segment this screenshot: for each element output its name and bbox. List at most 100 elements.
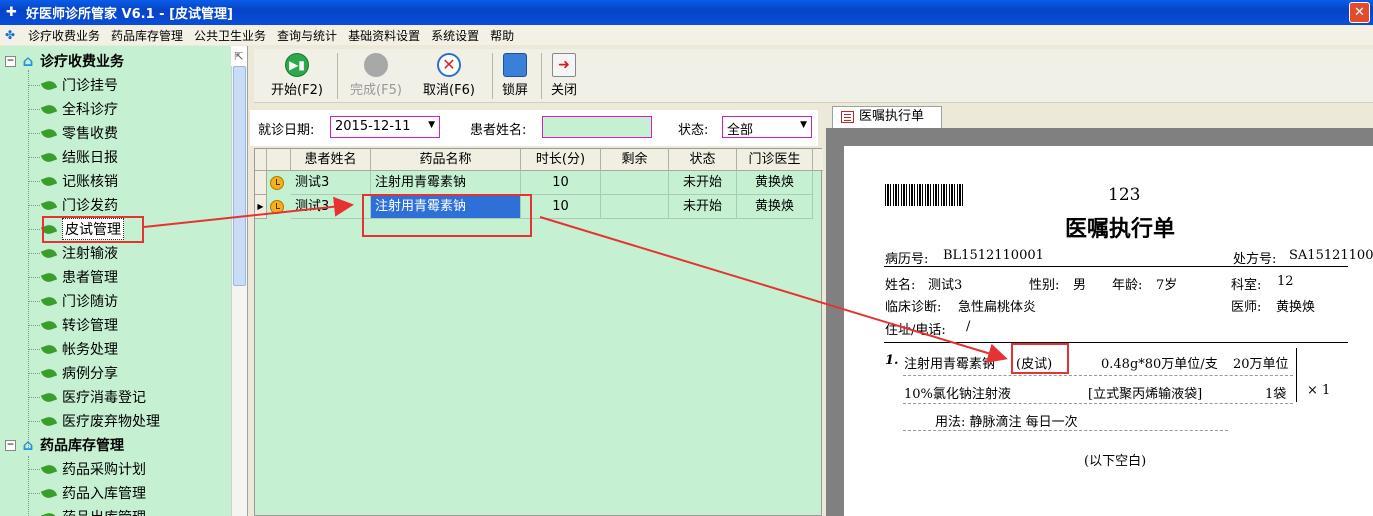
dashed-divider (903, 375, 1293, 376)
sidebar-item-followup[interactable]: 门诊随访 (28, 289, 118, 313)
leaf-icon (40, 102, 58, 116)
cell-patient-name[interactable]: 测试3 (291, 171, 371, 195)
sidebar-item-purchase-plan[interactable]: 药品采购计划 (28, 457, 146, 481)
finish-button[interactable]: 完成(F5) (344, 51, 408, 101)
sidebar-item-disinfection[interactable]: 医疗消毒登记 (28, 385, 146, 409)
sidebar-item-waste[interactable]: 医疗废弃物处理 (28, 409, 160, 433)
group-bracket (1296, 348, 1297, 402)
header-icon-col (267, 149, 291, 171)
leaf-icon (40, 174, 58, 188)
menu-item-public-health[interactable]: 公共卫生业务 (189, 27, 272, 44)
row-indicator[interactable]: ▶ (255, 195, 267, 219)
patient-name: 测试3 (928, 278, 963, 293)
monitor-icon (503, 53, 527, 77)
sidebar-item-patients[interactable]: 患者管理 (28, 265, 118, 289)
menu-item-basic-data[interactable]: 基础资料设置 (343, 27, 426, 44)
leaf-icon (40, 318, 58, 332)
cancel-button[interactable]: ✕ 取消(F6) (416, 51, 482, 101)
header-doctor[interactable]: 门诊医生 (737, 149, 813, 171)
home-icon: ⌂ (22, 436, 34, 454)
close-button[interactable]: ➜ 关闭 (546, 51, 582, 101)
pin-icon[interactable]: ⇱ (232, 50, 246, 64)
menu-item-help[interactable]: 帮助 (485, 27, 520, 44)
sidebar-item-stock-in[interactable]: 药品入库管理 (28, 481, 146, 505)
report-tabbar: 医嘱执行单 (826, 104, 1373, 128)
sidebar-item-case-share[interactable]: 病例分享 (28, 361, 118, 385)
lock-screen-button[interactable]: 锁屏 (497, 51, 533, 101)
status-select[interactable]: 全部 ▼ (722, 116, 812, 138)
play-icon: ▶▮ (285, 53, 309, 77)
usage: 用法: 静脉滴注 每日一次 (935, 415, 1078, 430)
cell-status[interactable]: 未开始 (669, 171, 737, 195)
leaf-icon (40, 126, 58, 140)
sidebar-item-write-off[interactable]: 记账核销 (28, 169, 118, 193)
cell-drug-name[interactable]: 注射用青霉素钠 (371, 171, 521, 195)
table-row[interactable]: ▶ 测试3 注射用青霉素钠 10 未开始 黄换焕 (255, 195, 823, 219)
divider (884, 342, 1348, 343)
grid-header: 患者姓名 药品名称 时长(分) 剩余 状态 门诊医生 (255, 149, 823, 171)
sidebar-item-stock-out[interactable]: 药品出库管理 (28, 505, 146, 516)
cancel-icon: ✕ (437, 53, 461, 77)
patient-name-input[interactable] (542, 116, 652, 138)
sidebar-item-dispense[interactable]: 门诊发药 (28, 193, 118, 217)
header-indicator (255, 149, 267, 171)
barcode (885, 184, 965, 206)
cell-remaining[interactable] (601, 171, 669, 195)
dropdown-arrow-icon: ▼ (800, 120, 807, 130)
sidebar-item-referral[interactable]: 转诊管理 (28, 313, 118, 337)
menu-item-clinic[interactable]: 诊疗收费业务 (23, 27, 106, 44)
cell-doctor[interactable]: 黄换焕 (737, 195, 813, 219)
report-number: 123 (1108, 185, 1141, 205)
menu-item-settings[interactable]: 系统设置 (426, 27, 485, 44)
header-patient-name[interactable]: 患者姓名 (291, 149, 371, 171)
annotation-box-sidebar (42, 216, 144, 243)
diagnosis-label: 临床诊断: (885, 300, 942, 315)
drug2-name: 10%氯化钠注射液 (904, 387, 1011, 402)
finish-icon (364, 53, 388, 77)
address-label: 住址/电话: (885, 323, 946, 338)
date-picker[interactable]: 2015-12-11 ▼ (330, 116, 440, 138)
filter-bar: 就诊日期: 2015-12-11 ▼ 患者姓名: 状态: 全部 ▼ (250, 110, 818, 146)
cell-status[interactable]: 未开始 (669, 195, 737, 219)
record-no: BL1512110001 (943, 248, 1044, 263)
cell-duration[interactable]: 10 (521, 195, 601, 219)
sidebar-scrollbar[interactable] (231, 66, 247, 516)
row-indicator[interactable] (255, 171, 267, 195)
drug1-name: 注射用青霉素钠 (904, 357, 996, 372)
tab-order-sheet[interactable]: 医嘱执行单 (832, 106, 942, 128)
close-window-button[interactable]: ✕ (1349, 2, 1370, 23)
table-row[interactable]: 测试3 注射用青霉素钠 10 未开始 黄换焕 (255, 171, 823, 195)
header-drug-name[interactable]: 药品名称 (371, 149, 521, 171)
group-drug-stock[interactable]: − ⌂ 药品库存管理 (0, 433, 124, 457)
menu-item-drug-stock[interactable]: 药品库存管理 (106, 27, 189, 44)
header-duration[interactable]: 时长(分) (521, 149, 601, 171)
sidebar-item-general-diagnosis[interactable]: 全科诊疗 (28, 97, 118, 121)
header-status[interactable]: 状态 (669, 149, 737, 171)
annotation-box-drug (362, 194, 532, 237)
drug2-qty: 1袋 (1265, 387, 1287, 402)
leaf-icon (40, 78, 58, 92)
sidebar-item-registration[interactable]: 门诊挂号 (28, 73, 118, 97)
cell-doctor[interactable]: 黄换焕 (737, 171, 813, 195)
leaf-icon (40, 462, 58, 476)
collapse-icon[interactable]: − (5, 55, 16, 67)
sidebar-item-injection[interactable]: 注射输液 (28, 241, 118, 265)
sidebar-item-accounts[interactable]: 帐务处理 (28, 337, 118, 361)
window-title: 好医师诊所管家 V6.1 - [皮试管理] (26, 7, 233, 22)
sidebar-item-daily-report[interactable]: 结账日报 (28, 145, 118, 169)
cell-duration[interactable]: 10 (521, 171, 601, 195)
cell-patient-name[interactable]: 测试3 (291, 195, 371, 219)
scrollbar-thumb[interactable] (233, 66, 246, 286)
drug1-dose: 20万单位 (1233, 357, 1289, 372)
header-remaining[interactable]: 剩余 (601, 149, 669, 171)
report-title: 医嘱执行单 (1065, 216, 1176, 242)
collapse-icon[interactable]: − (5, 439, 16, 451)
sidebar-item-retail[interactable]: 零售收费 (28, 121, 118, 145)
age: 7岁 (1156, 278, 1178, 293)
menu-item-query[interactable]: 查询与统计 (272, 27, 343, 44)
group-clinic[interactable]: − ⌂ 诊疗收费业务 (0, 49, 124, 73)
leaf-icon (40, 150, 58, 164)
cell-remaining[interactable] (601, 195, 669, 219)
start-button[interactable]: ▶▮ 开始(F2) (262, 51, 332, 101)
leaf-icon (40, 246, 58, 260)
